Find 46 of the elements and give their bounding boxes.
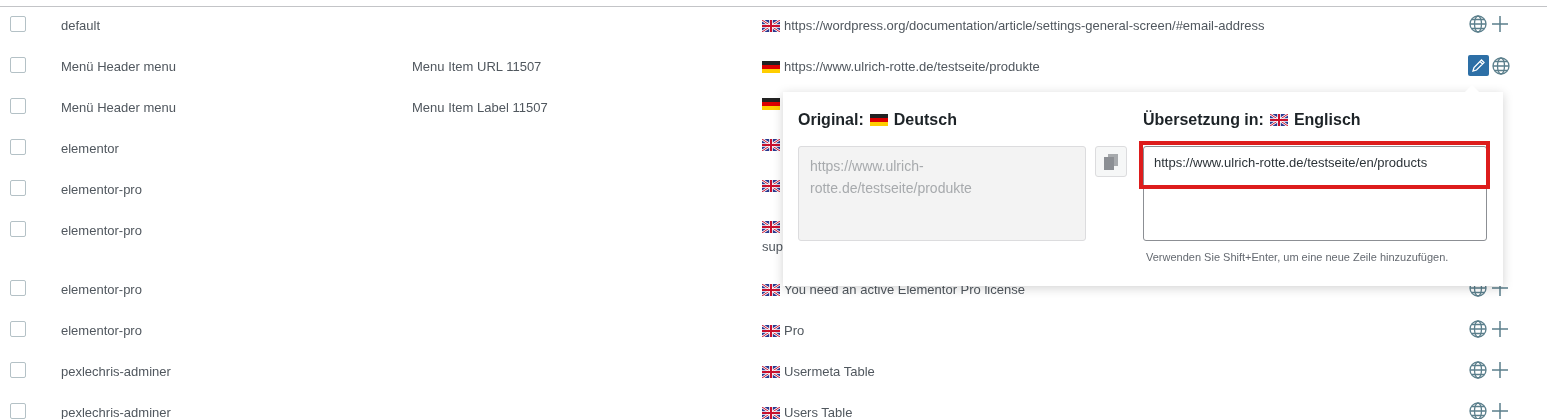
globe-icon[interactable]	[1491, 55, 1511, 76]
copy-icon	[1104, 153, 1118, 170]
domain-text: pexlechris-adminer	[61, 364, 171, 379]
domain-text: elementor	[61, 141, 119, 156]
plus-icon[interactable]	[1490, 14, 1510, 34]
row-checkbox[interactable]	[10, 280, 26, 296]
context-text: Menu Item Label 11507	[412, 100, 548, 115]
original-text: Users Table	[784, 404, 853, 419]
original-text: Usermeta Table	[784, 363, 875, 381]
original-text: https://www.ulrich-rotte.de/testseite/produkte	[784, 58, 1040, 76]
translation-heading: Übersetzung in:	[1143, 109, 1264, 130]
plus-icon[interactable]	[1490, 360, 1510, 380]
edit-button[interactable]	[1468, 55, 1489, 76]
domain-text: elementor-pro	[61, 323, 142, 338]
globe-icon[interactable]	[1468, 319, 1488, 339]
row-checkbox[interactable]	[10, 16, 26, 32]
row-checkbox[interactable]	[10, 362, 26, 378]
copy-button[interactable]	[1095, 146, 1127, 177]
plus-icon[interactable]	[1490, 401, 1510, 419]
plus-icon[interactable]	[1490, 319, 1510, 339]
row-checkbox[interactable]	[10, 403, 26, 419]
domain-text: pexlechris-adminer	[61, 405, 171, 419]
globe-icon[interactable]	[1468, 14, 1488, 34]
translation-language: Englisch	[1293, 110, 1361, 130]
globe-icon[interactable]	[1468, 401, 1488, 419]
domain-text: default	[61, 18, 101, 33]
row-checkbox[interactable]	[10, 221, 26, 237]
domain-text: Menü Header menu	[61, 59, 176, 74]
domain-text: Menü Header menu	[61, 100, 176, 115]
original-text: https://wordpress.org/documentation/article/settings-general-screen/#email-address	[784, 17, 1265, 35]
row-checkbox[interactable]	[10, 139, 26, 155]
domain-text: elementor-pro	[61, 182, 142, 197]
original-heading: Original:	[798, 110, 864, 130]
context-text: Menu Item URL 11507	[412, 59, 542, 74]
original-text: sup	[762, 239, 783, 254]
original-language: Deutsch	[893, 110, 957, 130]
hint-text: Verwenden Sie Shift+Enter, um eine neue Zeile hinzuzufügen.	[1145, 249, 1450, 265]
row-checkbox[interactable]	[10, 180, 26, 196]
row-checkbox[interactable]	[10, 57, 26, 73]
original-text: Pro	[784, 322, 805, 340]
row-checkbox[interactable]	[10, 321, 26, 337]
domain-text: elementor-pro	[61, 223, 142, 238]
row-checkbox[interactable]	[10, 98, 26, 114]
globe-icon[interactable]	[1468, 360, 1488, 380]
domain-text: elementor-pro	[61, 282, 142, 297]
translation-textarea[interactable]: https://www.ulrich-rotte.de/testseite/en/products	[1143, 146, 1487, 241]
